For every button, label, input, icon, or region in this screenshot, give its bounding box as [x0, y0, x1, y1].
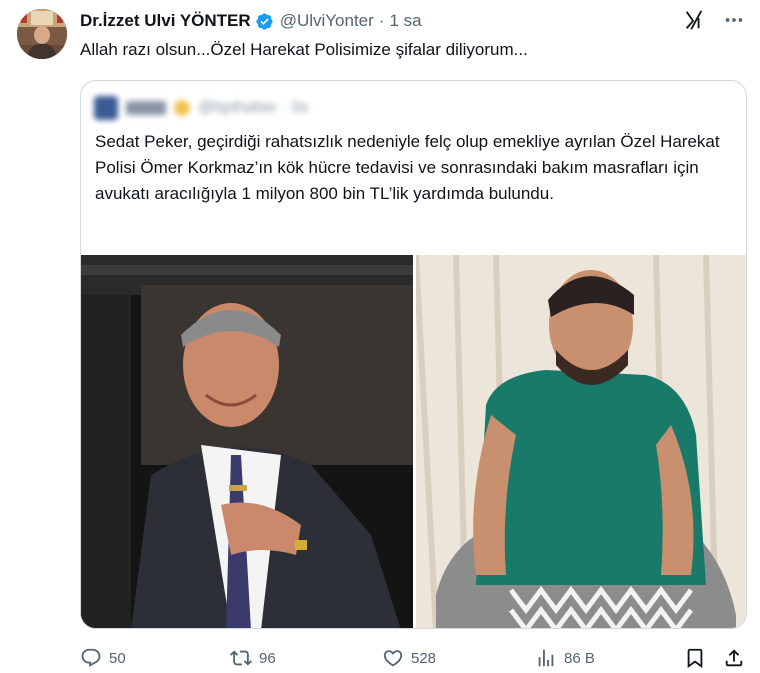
tweet-header: Dr.İzzet Ulvi YÖNTER @UlviYonter · 1 sa — [80, 11, 422, 31]
quoted-media — [81, 255, 746, 628]
reply-count: 50 — [109, 649, 126, 667]
reply-icon — [80, 647, 102, 669]
quoted-tweet-text: Sedat Peker, geçirdiği rahatsızlık neden… — [95, 132, 720, 203]
bookmark-button[interactable] — [684, 645, 706, 671]
avatar-image — [17, 9, 67, 59]
quoted-badge-icon — [174, 100, 190, 116]
views-button[interactable]: 86 B — [535, 645, 595, 671]
quoted-author-name-blurred — [126, 101, 166, 115]
separator-dot: · — [378, 11, 385, 30]
like-button[interactable]: 528 — [382, 645, 436, 671]
photo-man-wheelchair[interactable] — [416, 255, 746, 628]
author-handle[interactable]: @UlviYonter — [280, 11, 374, 31]
grok-icon[interactable] — [682, 8, 706, 32]
tweet-text: Allah razı olsun...Özel Harekat Polisimi… — [80, 40, 528, 59]
views-icon — [535, 647, 557, 669]
quoted-avatar — [94, 96, 118, 120]
quoted-handle-blurred: @bpthaber · 0s — [198, 99, 309, 116]
verified-badge-icon — [255, 12, 274, 31]
views-count: 86 B — [564, 649, 595, 667]
bookmark-icon — [684, 647, 706, 669]
retweet-count: 96 — [259, 649, 276, 667]
like-icon — [382, 647, 404, 669]
author-avatar[interactable] — [17, 9, 67, 59]
quoted-tweet[interactable]: @bpthaber · 0s Sedat Peker, geçirdiği ra… — [80, 80, 747, 629]
share-icon — [723, 647, 745, 669]
tweet-time[interactable]: 1 sa — [389, 11, 421, 31]
like-count: 528 — [411, 649, 437, 667]
retweet-icon — [230, 647, 252, 669]
quoted-tweet-header: @bpthaber · 0s — [94, 96, 309, 120]
reply-button[interactable]: 50 — [80, 645, 126, 671]
tweet-top-actions — [682, 8, 746, 32]
more-icon[interactable] — [722, 8, 746, 32]
photo-man-suit[interactable] — [81, 255, 413, 628]
tweet-actions-bar: 50 96 528 86 B — [80, 645, 748, 671]
share-button[interactable] — [723, 645, 745, 671]
retweet-button[interactable]: 96 — [230, 645, 276, 671]
author-name[interactable]: Dr.İzzet Ulvi YÖNTER — [80, 11, 251, 31]
